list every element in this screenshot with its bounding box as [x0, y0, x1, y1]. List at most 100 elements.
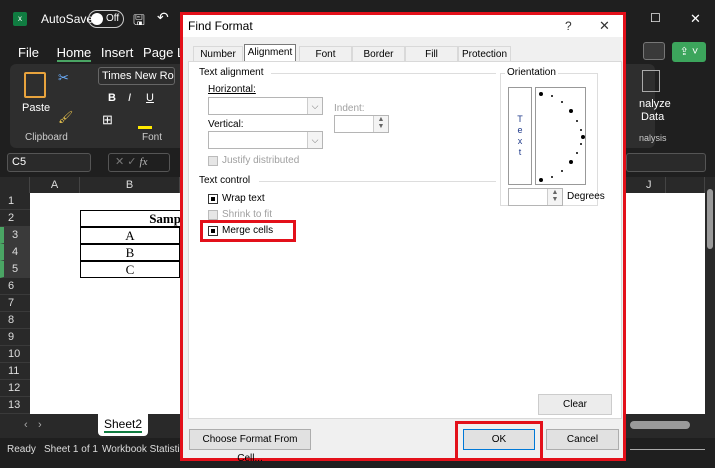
text-control-heading: Text control [199, 175, 251, 186]
justify-distributed-checkbox[interactable] [208, 156, 218, 166]
row-header[interactable]: 10 [0, 346, 30, 363]
horizontal-label: Horizontal: [208, 84, 256, 95]
tab-insert[interactable]: Insert [101, 45, 134, 60]
clear-button[interactable]: Clear [538, 394, 612, 415]
chevron-down-icon: ⌵ [307, 98, 322, 114]
column-header-j[interactable]: J [626, 177, 666, 193]
formula-bar[interactable] [626, 153, 706, 172]
cell-b2[interactable]: Samp [80, 210, 190, 227]
spinner-icon: ▲ ▼ [373, 116, 388, 132]
tab-alignment[interactable]: Alignment [244, 44, 296, 62]
font-group-label: Font [142, 132, 163, 143]
dialog-close-button[interactable]: ✕ [599, 15, 610, 37]
row-header[interactable]: 3 [0, 227, 30, 244]
paste-button[interactable]: Paste [22, 102, 50, 114]
degrees-label: Degrees [567, 191, 605, 202]
merge-cells-checkbox[interactable] [208, 226, 218, 236]
excel-logo-icon: x [13, 12, 27, 26]
zoom-slider[interactable] [630, 449, 705, 450]
sheet-tab-sheet2[interactable]: Sheet2 [98, 414, 148, 436]
dialog-title: Find Format [188, 19, 253, 33]
row-header[interactable]: 9 [0, 329, 30, 346]
row-header[interactable]: 2 [0, 210, 30, 227]
tab-border[interactable]: Border [352, 46, 405, 62]
chevron-down-icon: ⌵ [307, 132, 322, 148]
row-header[interactable]: 8 [0, 312, 30, 329]
row-header[interactable]: 7 [0, 295, 30, 312]
autosave-toggle[interactable]: Off [88, 10, 124, 28]
shrink-to-fit-label: Shrink to fit [222, 209, 273, 220]
row-header[interactable]: 11 [0, 363, 30, 380]
row-header[interactable]: 13 [0, 397, 30, 414]
alignment-pane: Text alignment Horizontal: ⌵ Indent: ▲ ▼ … [188, 61, 622, 419]
format-painter-icon[interactable]: 🖌 [58, 110, 73, 124]
save-icon[interactable]: 🖫 [133, 10, 145, 34]
justify-distributed-label: Justify distributed [222, 155, 300, 166]
cancel-button[interactable]: Cancel [546, 429, 619, 450]
maximize-icon[interactable]: ☐ [650, 11, 661, 25]
borders-icon[interactable]: ⊞ [102, 112, 113, 128]
italic-icon[interactable]: I [128, 92, 131, 104]
workbook-statistics[interactable]: Workbook Statistics [102, 438, 190, 461]
vertical-select[interactable]: ⌵ [208, 131, 323, 149]
bold-icon[interactable]: B [108, 92, 116, 104]
merge-cells-label: Merge cells [222, 225, 274, 236]
prev-sheet-icon[interactable]: ‹ [24, 419, 28, 431]
menu-tabs: File Home Insert Page Layo [18, 45, 205, 62]
cell-b4[interactable]: B [80, 244, 180, 261]
horizontal-scrollbar[interactable] [630, 421, 690, 429]
font-name-select[interactable]: Times New Ro [98, 67, 175, 85]
cell-b3[interactable]: A [80, 227, 180, 244]
tab-fill[interactable]: Fill [405, 46, 458, 62]
orientation-heading: Orientation [505, 67, 558, 78]
choose-format-from-cell-button[interactable]: Choose Format From Cell... [189, 429, 311, 464]
fill-color-icon[interactable] [138, 126, 152, 129]
tab-font[interactable]: Font [299, 46, 352, 62]
ok-button[interactable]: OK [463, 429, 535, 450]
cut-icon[interactable]: ✂ [58, 70, 69, 86]
shrink-to-fit-checkbox[interactable] [208, 210, 218, 220]
vertical-text-button[interactable]: T e x t [508, 87, 532, 185]
row-header[interactable]: 4 [0, 244, 30, 261]
find-format-dialog: Find Format ? ✕ Number Alignment Font Bo… [180, 12, 626, 464]
horizontal-select[interactable]: ⌵ [208, 97, 323, 115]
clipboard-group-label: Clipboard [25, 132, 68, 143]
degrees-spinner[interactable]: ▲ ▼ [508, 188, 563, 206]
close-window-icon[interactable]: ✕ [690, 11, 701, 27]
status-sheet: Sheet 1 of 1 [44, 444, 98, 455]
fx-icon[interactable]: fx [140, 156, 148, 168]
spinner-icon: ▲ ▼ [547, 189, 562, 205]
column-header-a[interactable]: A [30, 177, 80, 193]
help-button[interactable]: ? [565, 15, 572, 37]
indent-spinner[interactable]: ▲ ▼ [334, 115, 389, 133]
comments-button[interactable] [643, 42, 665, 60]
status-ready: Ready [7, 444, 36, 455]
column-header-b[interactable]: B [80, 177, 180, 193]
analyze-data-icon[interactable] [642, 70, 660, 92]
orientation-dial[interactable] [535, 87, 586, 185]
underline-icon[interactable]: U [146, 92, 154, 104]
vertical-scrollbar[interactable] [705, 177, 715, 414]
tab-protection[interactable]: Protection [458, 46, 511, 62]
select-all[interactable] [0, 177, 30, 193]
tab-file[interactable]: File [18, 45, 39, 60]
row-header[interactable]: 6 [0, 278, 30, 295]
row-header[interactable]: 12 [0, 380, 30, 397]
cell-b5[interactable]: C [80, 261, 180, 278]
analyze-data-button[interactable]: nalyze [639, 98, 671, 110]
analysis-group-label: nalysis [639, 133, 667, 143]
share-button[interactable]: ⇪ ˅ [672, 42, 706, 62]
row-header[interactable]: 5 [0, 261, 30, 278]
name-box[interactable]: C5 [7, 153, 91, 172]
tab-home[interactable]: Home [56, 45, 92, 62]
indent-label: Indent: [334, 103, 365, 114]
paste-icon[interactable] [24, 72, 46, 98]
dialog-title-bar: Find Format ? ✕ [183, 15, 623, 37]
next-sheet-icon[interactable]: › [38, 419, 42, 431]
vertical-label: Vertical: [208, 119, 244, 130]
column-header-k[interactable] [666, 177, 705, 193]
wrap-text-checkbox[interactable] [208, 194, 218, 204]
tab-number[interactable]: Number [193, 46, 243, 62]
undo-icon[interactable]: ↶ [157, 9, 169, 26]
row-header[interactable]: 1 [0, 193, 30, 210]
